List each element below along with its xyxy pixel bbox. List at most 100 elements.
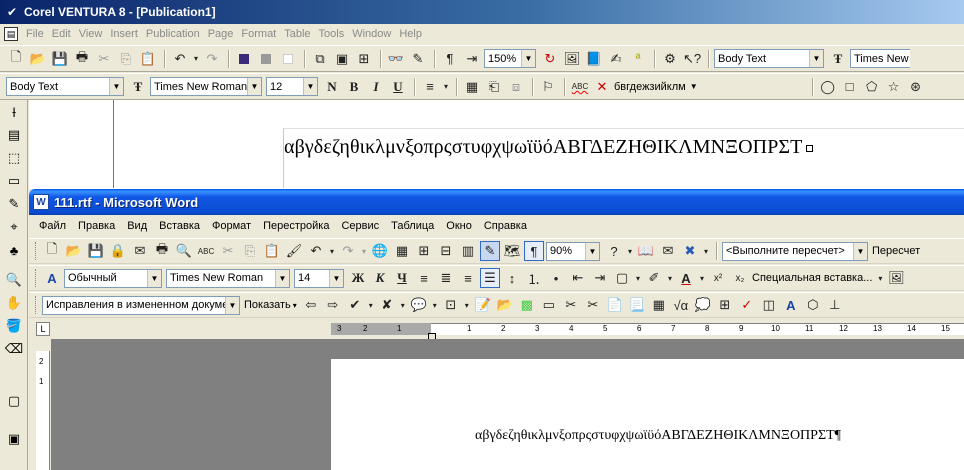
arrange-icon[interactable]: ▣ (332, 49, 352, 69)
word-recalc-button[interactable]: Пересчет (872, 245, 920, 257)
picture-icon[interactable]: 🖼 (886, 268, 906, 288)
hand-icon[interactable]: ✋ (2, 292, 26, 314)
redo-icon[interactable]: ↷ (202, 49, 222, 69)
accept-dropdown-icon[interactable]: ▾ (367, 295, 375, 315)
edit-text-icon[interactable]: ✎ (408, 49, 428, 69)
spiral-tool-icon[interactable]: ⊛ (906, 77, 926, 97)
track-changes-icon[interactable]: ⊡ (441, 295, 461, 315)
spelling-icon[interactable]: ABC (196, 241, 216, 261)
ventura-menu-file[interactable]: File (22, 28, 48, 40)
save-icon[interactable]: 💾 (50, 49, 70, 69)
abc-spell-icon[interactable]: ABC (570, 77, 590, 97)
line-spacing-icon[interactable]: ↕ (502, 268, 522, 288)
ventura-menu-table[interactable]: Table (280, 28, 314, 40)
reject-dropdown-icon[interactable]: ▾ (399, 295, 407, 315)
ventura-italic-button[interactable]: I (366, 77, 386, 97)
word-menu-table[interactable]: Таблица (385, 220, 440, 232)
reviewing-pane-icon[interactable]: ▾ (463, 295, 471, 315)
comment-dropdown-icon[interactable]: ▾ (431, 295, 439, 315)
print-icon[interactable]: 🖶 (72, 49, 92, 69)
special-paste-dropdown-icon[interactable]: ▾ (876, 268, 884, 288)
new-file-icon[interactable]: 🗋 (6, 49, 26, 69)
ventura-title-bar[interactable]: ✔ Corel VENTURA 8 - [Publication1] (0, 0, 964, 24)
style-copy-icon[interactable]: ⧈ (506, 77, 526, 97)
document-map-icon[interactable]: 🗺 (502, 241, 522, 261)
styles-icon[interactable]: A (42, 268, 62, 288)
misc-icon[interactable]: ⊥ (825, 295, 845, 315)
ventura-menu-format[interactable]: Format (237, 28, 280, 40)
text-style-icon[interactable]: ª (628, 49, 648, 69)
word-italic-button[interactable]: К (370, 268, 390, 288)
copy-frame-icon[interactable]: ⧉ (310, 49, 330, 69)
ventura-style-combo[interactable]: Body Text ▼ (6, 77, 124, 96)
align-right-icon[interactable]: ≡ (458, 268, 478, 288)
copy-icon[interactable]: ⎘ (116, 49, 136, 69)
frame-tool-icon[interactable]: ▤ (2, 124, 26, 146)
justify-icon[interactable]: ☰ (480, 268, 500, 288)
polygon-tool-icon[interactable]: ⬠ (862, 77, 882, 97)
image-icon[interactable]: 🖼 (562, 49, 582, 69)
cross-dropdown-icon[interactable]: ▾ (702, 241, 710, 261)
undo-dropdown-icon[interactable]: ▾ (192, 49, 200, 69)
ventura-menu-publication[interactable]: Publication (142, 28, 204, 40)
numbering-icon[interactable]: ⒈ (524, 268, 544, 288)
permission-icon[interactable]: 🔒 (108, 241, 128, 261)
callout-icon[interactable]: 💭 (693, 295, 713, 315)
accept-change-icon[interactable]: ✔ (345, 295, 365, 315)
document-control-icon[interactable]: ▤ (4, 27, 18, 41)
table-icon[interactable]: ▦ (462, 77, 482, 97)
envelope-icon[interactable]: ✉ (658, 241, 678, 261)
help-dropdown-icon[interactable]: ▾ (626, 241, 634, 261)
check-icon[interactable]: ✓ (737, 295, 757, 315)
undo-icon[interactable]: ↶ (170, 49, 190, 69)
word-page[interactable] (331, 359, 964, 470)
sidebar-layout-icon[interactable]: ▣ (2, 428, 26, 450)
pen-icon[interactable]: ✎ (2, 193, 26, 215)
split-cells-icon[interactable]: ✂ (561, 295, 581, 315)
cross-icon[interactable]: ✖ (680, 241, 700, 261)
word-greek-text[interactable]: αβγδεζηθικλμνξοπρςστυφχψωϊϋόΑΒΓΔΕΖΗΘΙΚΛΜ… (475, 428, 841, 444)
insert-comment-icon[interactable]: 💬 (409, 295, 429, 315)
align-left-icon[interactable]: ≡ (414, 268, 434, 288)
form-icon[interactable]: 📝 (473, 295, 493, 315)
word-vertical-ruler[interactable]: 2 1 (36, 351, 50, 470)
eraser-icon[interactable]: ⌫ (2, 338, 26, 360)
page-setup-icon[interactable]: 📄 (605, 295, 625, 315)
open-folder-icon[interactable]: 📂 (28, 49, 48, 69)
email-icon[interactable]: ✉ (130, 241, 150, 261)
rectangle-tool-icon[interactable]: □ (840, 77, 860, 97)
ventura-size-combo[interactable]: 12 ▼ (266, 77, 318, 96)
redo-dropdown-icon[interactable]: ▾ (360, 241, 368, 261)
fill-bucket-icon[interactable]: 🪣 (2, 315, 26, 337)
node-tool-icon[interactable]: ⌖ (2, 216, 26, 238)
formula-icon[interactable]: √α (671, 295, 691, 315)
star-tool-icon[interactable]: ☆ (884, 77, 904, 97)
increase-indent-icon[interactable]: ⇥ (590, 268, 610, 288)
word-font-combo[interactable]: Times New Roman ▼ (166, 268, 290, 288)
word-menu-file[interactable]: Файл (33, 220, 72, 232)
word-menu-insert[interactable]: Вставка (153, 220, 206, 232)
word-menu-format[interactable]: Формат (206, 220, 257, 232)
ventura-menu-view[interactable]: View (75, 28, 107, 40)
word-underline-button[interactable]: Ч (392, 268, 412, 288)
tab-settings-icon[interactable]: ⇥ (462, 49, 482, 69)
zoom-icon[interactable]: 🔍 (2, 269, 26, 291)
bg-color-icon[interactable] (278, 49, 298, 69)
ventura-menu-window[interactable]: Window (348, 28, 395, 40)
group-icon[interactable]: ⊞ (354, 49, 374, 69)
ventura-underline-button[interactable]: U (388, 77, 408, 97)
prev-change-icon[interactable]: ⇦ (301, 295, 321, 315)
cut-icon[interactable]: ✂ (218, 241, 238, 261)
word-special-paste-button[interactable]: Специальная вставка... (752, 272, 872, 284)
ventura-menu-page[interactable]: Page (204, 28, 238, 40)
word-bold-button[interactable]: Ж (348, 268, 368, 288)
decrease-indent-icon[interactable]: ⇤ (568, 268, 588, 288)
columns-icon[interactable]: ▥ (458, 241, 478, 261)
print-preview-icon[interactable]: 🔍 (174, 241, 194, 261)
subscript-icon[interactable]: x₂ (730, 268, 750, 288)
refresh-icon[interactable]: ↻ (540, 49, 560, 69)
next-change-icon[interactable]: ⇨ (323, 295, 343, 315)
find-icon[interactable]: 👓 (386, 49, 406, 69)
borders-icon[interactable]: ▢ (612, 268, 632, 288)
word-show-button[interactable]: Показать ▾ (244, 299, 297, 311)
